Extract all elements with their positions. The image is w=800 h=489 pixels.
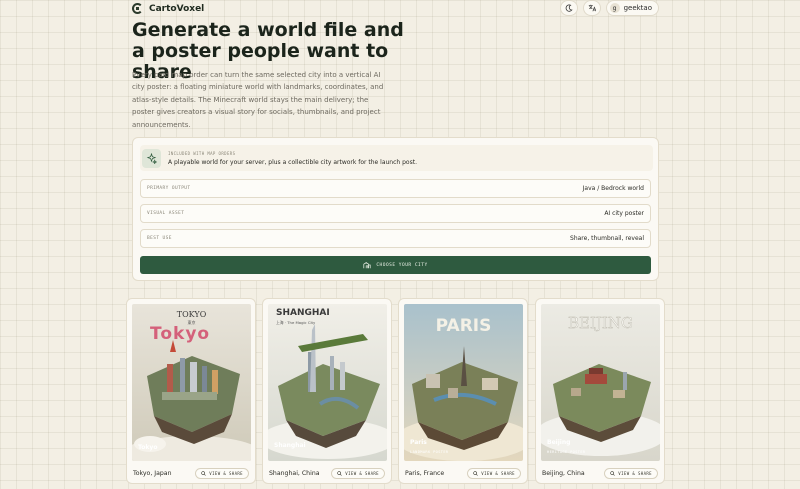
poster-caption-city: Beijing — [547, 439, 571, 446]
poster-city-name: Beijing, China — [542, 469, 585, 477]
poster-caption-sub: LANDMARK POSTER — [410, 450, 449, 454]
poster-image[interactable]: BEIJING Beijing HERITAGE POSTER — [541, 304, 660, 461]
included-description: A playable world for your server, plus a… — [168, 158, 417, 166]
poster-city-name: Shanghai, China — [269, 469, 320, 477]
header-actions: g geektao — [559, 0, 659, 16]
detail-row-primary-output: PRIMARY OUTPUT Java / Bedrock world — [140, 179, 651, 198]
poster-card-paris: PARIS Paris LANDMARK POSTER Paris, Franc… — [398, 298, 528, 484]
search-icon — [473, 470, 479, 476]
view-share-label: VIEW & SHARE — [481, 470, 515, 476]
view-share-label: VIEW & SHARE — [209, 470, 243, 476]
sparkle-icon — [142, 148, 161, 168]
view-share-label: VIEW & SHARE — [618, 470, 652, 476]
poster-subtitle: 上海 · The Magic City — [276, 320, 316, 325]
view-share-button[interactable]: VIEW & SHARE — [467, 467, 521, 479]
poster-card-tokyo: TOKYO 東京 Tokyo Tokyo Tokyo, Japan VIEW &… — [126, 298, 256, 484]
top-bar: CartoVoxel g geektao — [0, 0, 800, 17]
brand-logo[interactable]: CartoVoxel — [132, 3, 204, 14]
translate-icon — [588, 4, 596, 12]
search-icon — [610, 470, 616, 476]
detail-value: AI city poster — [604, 210, 644, 217]
detail-row-visual-asset: VISUAL ASSET AI city poster — [140, 204, 651, 223]
poster-banner: Tokyo — [150, 324, 211, 344]
shanghai-poster-art — [268, 304, 387, 461]
view-share-button[interactable]: VIEW & SHARE — [331, 467, 385, 479]
username: geektao — [623, 4, 652, 12]
detail-value: Java / Bedrock world — [582, 185, 644, 192]
theme-toggle-button[interactable] — [559, 0, 578, 16]
included-label: INCLUDED WITH MAP ORDERS — [168, 150, 236, 156]
avatar: g — [609, 3, 620, 13]
poster-caption-city: Tokyo — [138, 444, 158, 451]
poster-card-beijing: BEIJING Beijing HERITAGE POSTER Beijing,… — [535, 298, 665, 484]
included-banner: INCLUDED WITH MAP ORDERS A playable worl… — [140, 145, 653, 171]
poster-caption-city: Shanghai — [274, 442, 306, 449]
choose-city-button[interactable]: CHOOSE YOUR CITY — [140, 256, 651, 274]
poster-caption-city: Paris — [410, 439, 427, 446]
choose-city-label: CHOOSE YOUR CITY — [376, 262, 428, 268]
poster-city-name: Tokyo, Japan — [133, 469, 172, 477]
cartovoxel-logo-icon — [132, 3, 143, 14]
detail-label: VISUAL ASSET — [147, 211, 185, 216]
detail-row-best-use: BEST USE Share, thumbnail, reveal — [140, 229, 651, 248]
search-icon — [337, 470, 343, 476]
poster-title: SHANGHAI — [276, 308, 330, 318]
poster-card-shanghai: SHANGHAI 上海 · The Magic City Shanghai Sh… — [262, 298, 392, 484]
view-share-label: VIEW & SHARE — [345, 470, 379, 476]
language-button[interactable] — [582, 0, 601, 16]
hero-description: Every paid map order can turn the same s… — [132, 71, 384, 129]
user-menu-button[interactable]: g geektao — [605, 0, 659, 16]
detail-label: BEST USE — [147, 236, 172, 241]
poster-image[interactable]: PARIS Paris LANDMARK POSTER — [404, 304, 523, 461]
poster-title: BEIJING — [568, 314, 633, 332]
detail-value: Share, thumbnail, reveal — [570, 235, 644, 242]
search-icon — [201, 470, 207, 476]
poster-image[interactable]: TOKYO 東京 Tokyo Tokyo — [132, 304, 251, 461]
poster-title: TOKYO — [176, 310, 207, 319]
view-share-button[interactable]: VIEW & SHARE — [604, 467, 658, 479]
map-order-card: INCLUDED WITH MAP ORDERS A playable worl… — [132, 137, 659, 281]
poster-title: PARIS — [435, 316, 492, 336]
moon-icon — [565, 4, 573, 12]
view-share-button[interactable]: VIEW & SHARE — [195, 467, 249, 479]
poster-city-name: Paris, France — [405, 469, 445, 477]
detail-label: PRIMARY OUTPUT — [147, 186, 191, 191]
app-name: CartoVoxel — [149, 3, 205, 14]
poster-caption-sub: HERITAGE POSTER — [547, 450, 586, 454]
city-icon — [363, 262, 371, 269]
poster-image[interactable]: SHANGHAI 上海 · The Magic City Shanghai — [268, 304, 387, 461]
